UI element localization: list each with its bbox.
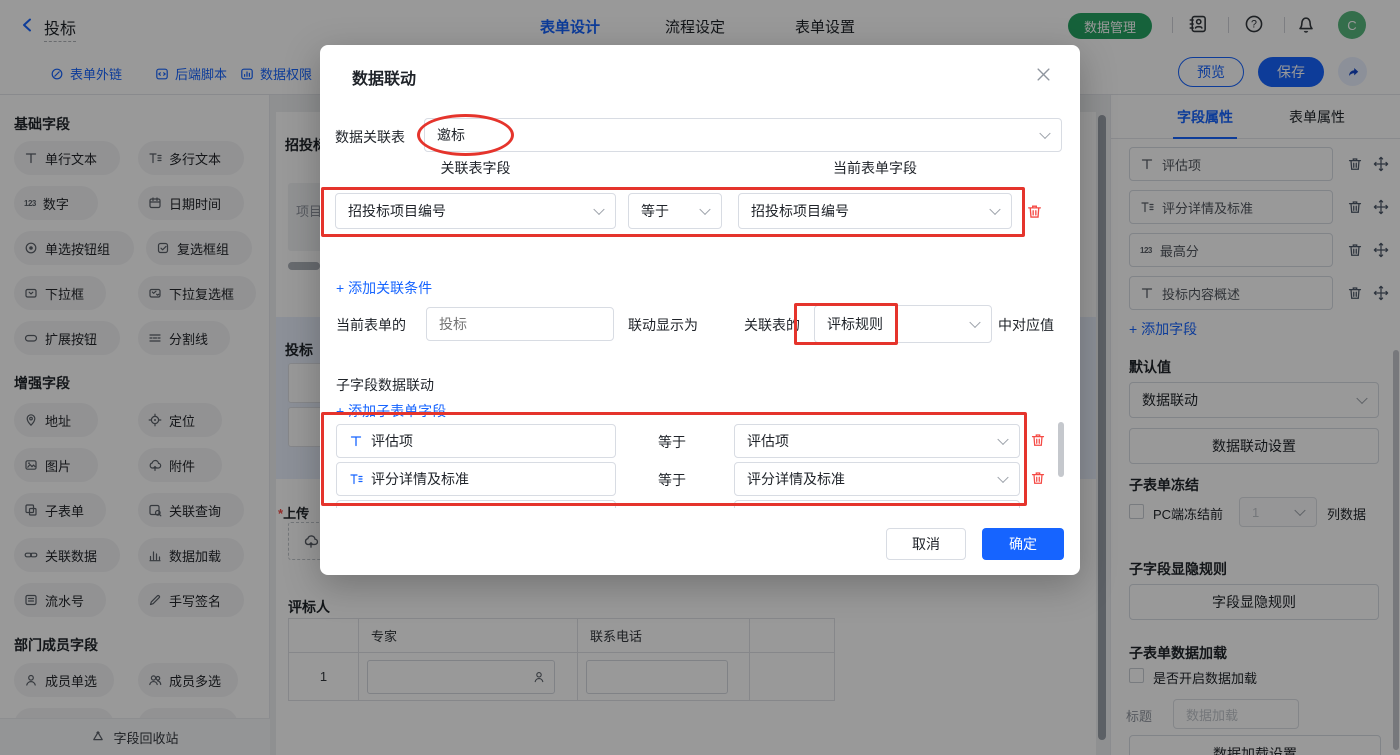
add-condition-link[interactable]: + 添加关联条件 — [336, 278, 432, 298]
subrow-operator: 等于 — [658, 472, 686, 488]
chevron-down-icon — [997, 433, 1009, 446]
close-icon[interactable] — [1036, 67, 1051, 87]
current-form-field-input[interactable] — [426, 307, 614, 341]
delete-subrow-icon[interactable] — [1030, 470, 1046, 491]
add-subfield-link[interactable]: + 添加子表单字段 — [336, 401, 446, 421]
chevron-down-icon — [699, 203, 711, 216]
textarea-icon — [350, 474, 363, 485]
chevron-down-icon — [989, 203, 1001, 216]
modal-title: 数据联动 — [352, 71, 417, 88]
subrow-left-field[interactable]: 评估项 — [336, 424, 616, 458]
column-header-left: 关联表字段 — [440, 160, 511, 176]
display-row-middle: 联动显示为 — [628, 317, 698, 333]
link-table-label: 数据关联表 — [335, 129, 405, 145]
link-table-select[interactable]: 邀标 — [424, 118, 1062, 152]
condition-left-select[interactable]: 招投标项目编号 — [335, 193, 616, 229]
data-linkage-modal: 数据联动 数据关联表 邀标 关联表字段 当前表单字段 招投标项目编号 等于 招投… — [320, 45, 1080, 575]
condition-operator-select[interactable]: 等于 — [628, 193, 722, 229]
subrow-left-field[interactable]: 评分详情及标准 — [336, 462, 616, 496]
display-row-prefix: 当前表单的 — [336, 317, 406, 333]
app-root: 投标 表单设计 流程设定 表单设置 数据管理 ? C 表单外链 后端脚本 数据权 — [0, 0, 1400, 755]
text-icon — [350, 436, 362, 447]
subfield-section-title: 子字段数据联动 — [336, 377, 434, 393]
chevron-down-icon — [593, 203, 605, 216]
chevron-down-icon — [969, 316, 981, 329]
subrow-right-select-partial[interactable] — [734, 500, 1020, 508]
subrow-operator: 等于 — [658, 434, 686, 450]
confirm-button[interactable]: 确定 — [982, 528, 1064, 560]
column-header-right: 当前表单字段 — [833, 160, 917, 176]
subfield-rows-viewport: 评估项 等于 评估项 评分详情及标准 等于 评分详情及标准 — [336, 424, 1048, 508]
subrow-left-field-partial[interactable] — [336, 500, 616, 508]
display-row-suffix: 中对应值 — [998, 317, 1054, 333]
condition-right-select[interactable]: 招投标项目编号 — [738, 193, 1012, 229]
linked-field-select[interactable]: 评标规则 — [814, 305, 992, 343]
chevron-down-icon — [997, 471, 1009, 484]
display-row-tableof: 关联表的 — [744, 317, 800, 333]
cancel-button[interactable]: 取消 — [886, 528, 966, 560]
delete-condition-icon[interactable] — [1026, 203, 1043, 225]
subrow-right-select[interactable]: 评分详情及标准 — [734, 462, 1020, 496]
modal-scrollbar-thumb[interactable] — [1058, 422, 1064, 477]
subrow-right-select[interactable]: 评估项 — [734, 424, 1020, 458]
chevron-down-icon — [1039, 127, 1051, 140]
delete-subrow-icon[interactable] — [1030, 432, 1046, 453]
